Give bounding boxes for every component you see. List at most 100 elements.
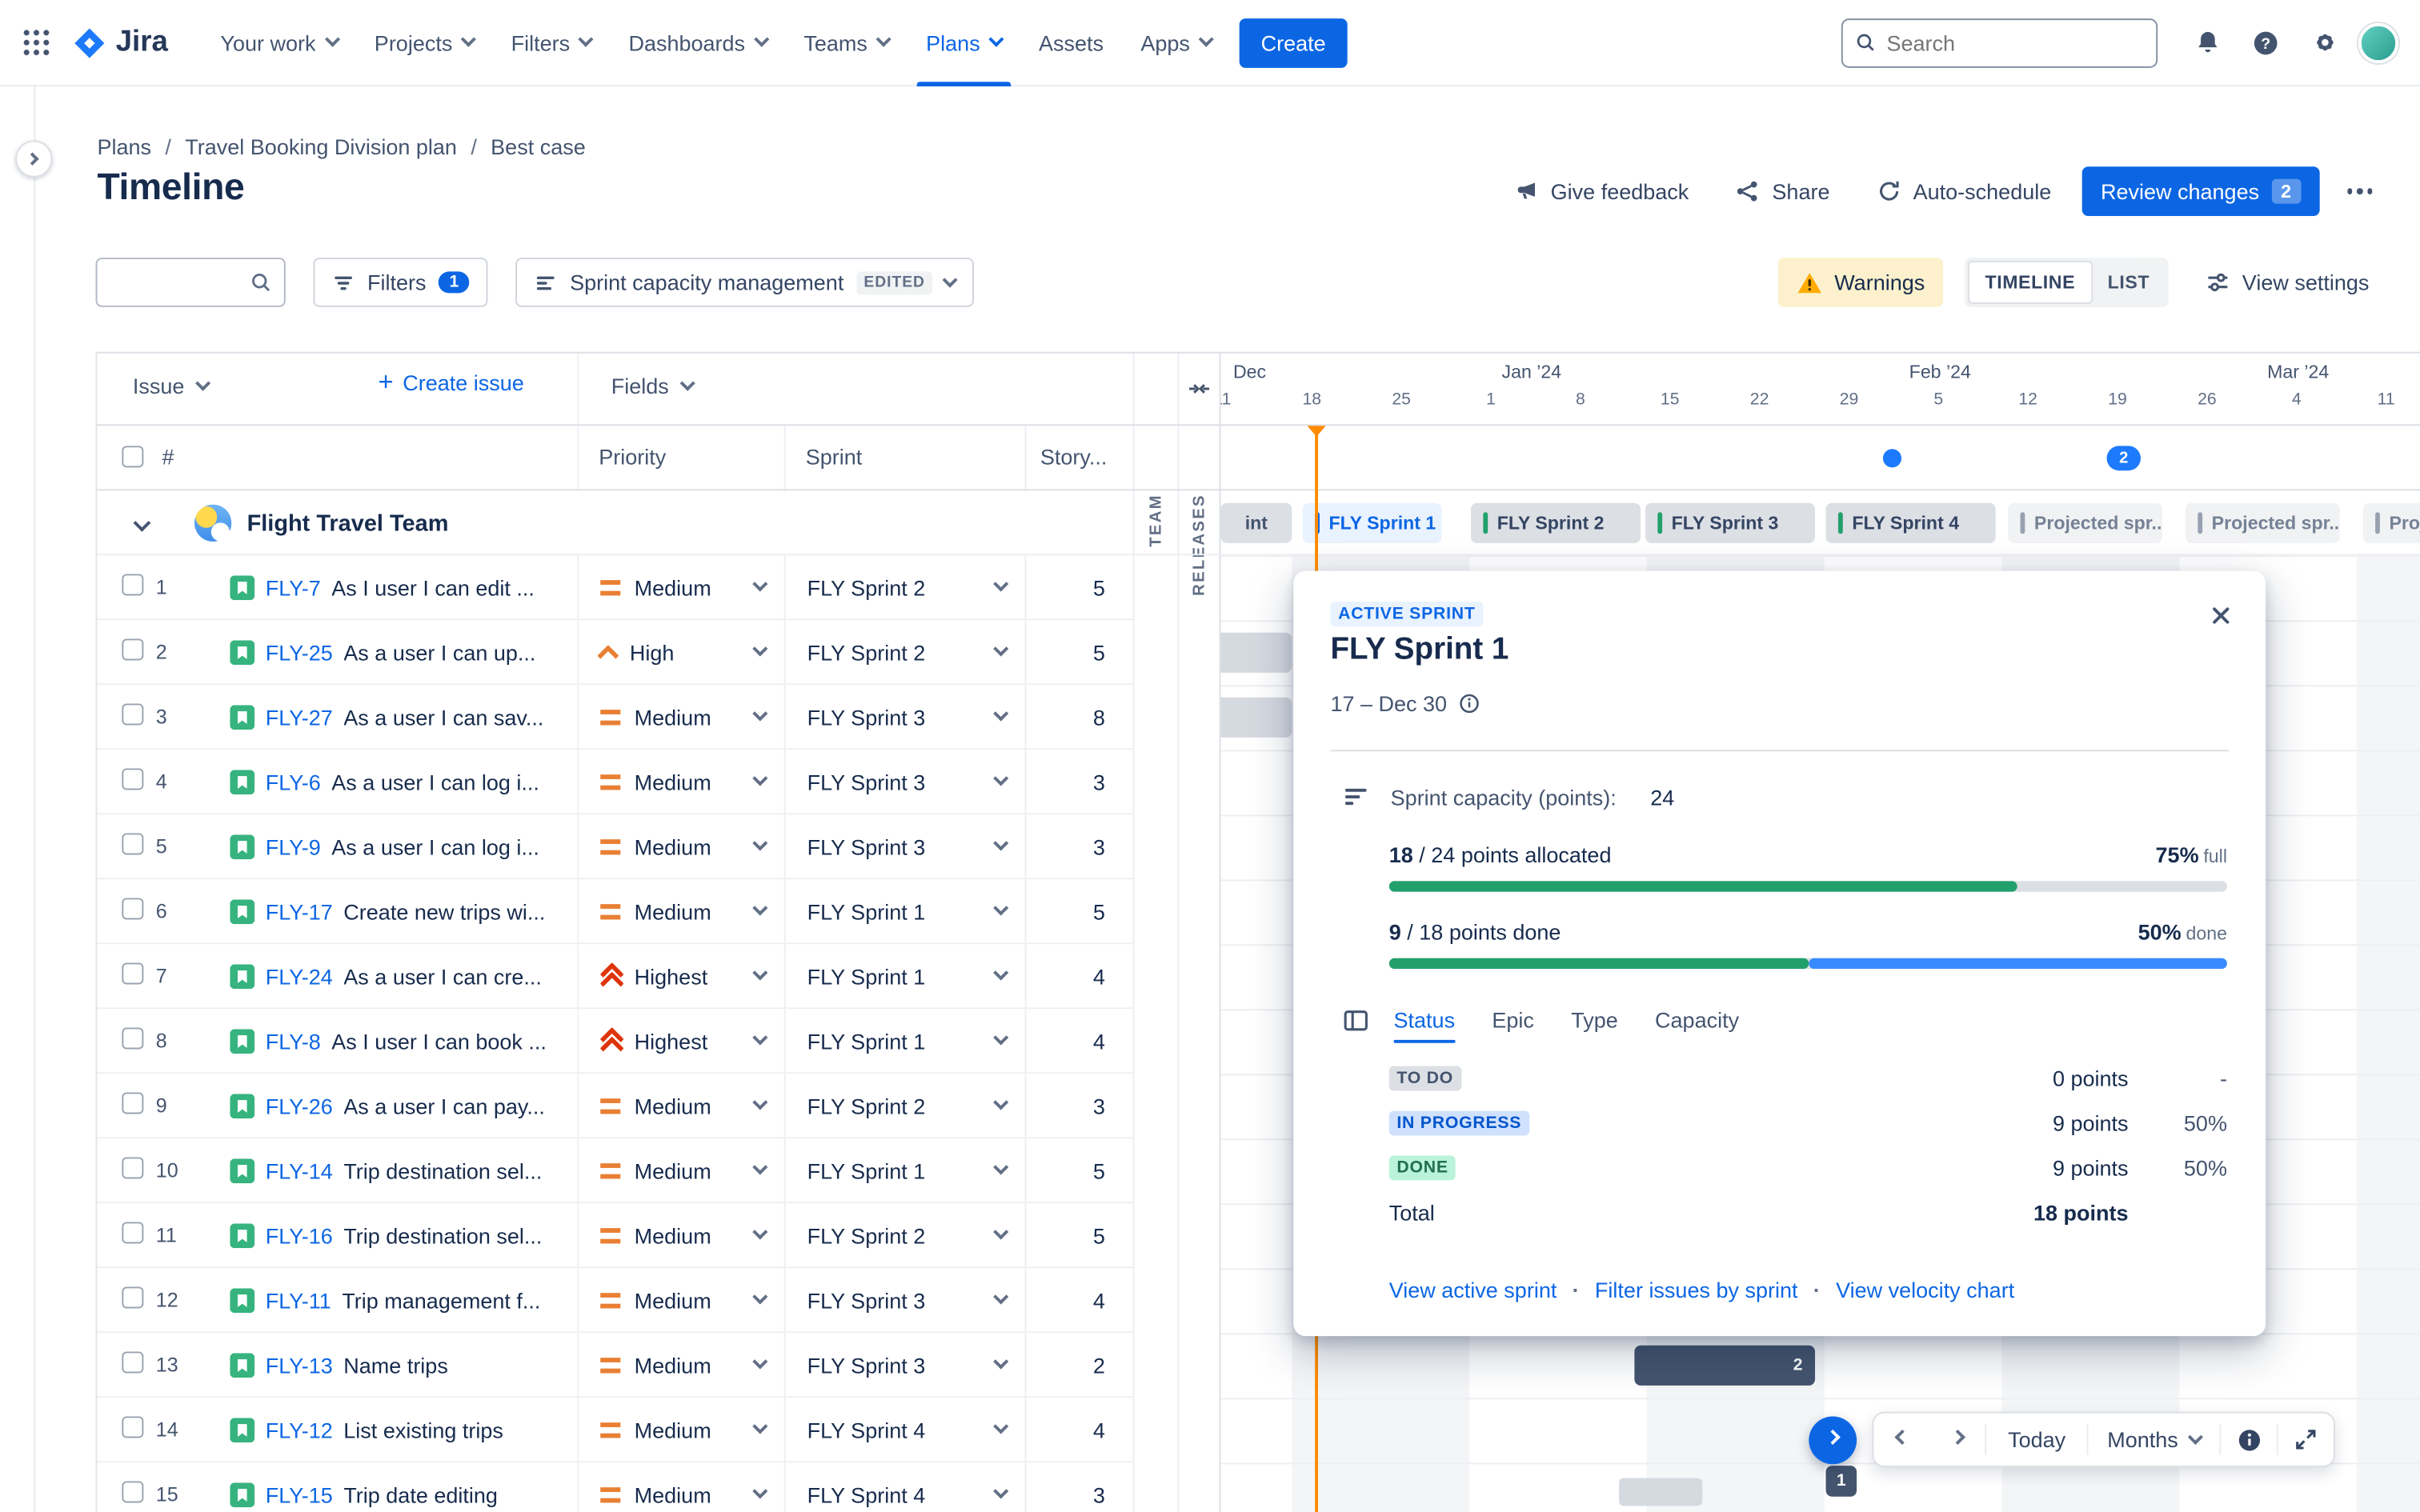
table-row[interactable]: 5 FLY-9 As a user I can log i... Medium xyxy=(97,814,1133,880)
table-row[interactable]: 11 FLY-16 Trip destination sel... Medium xyxy=(97,1203,1133,1269)
story-points-cell[interactable]: 5 xyxy=(1024,1138,1133,1202)
info-icon[interactable] xyxy=(1458,693,1480,714)
timeline-bar-chip[interactable]: 1 xyxy=(1825,1466,1857,1497)
sprint-cell[interactable]: FLY Sprint 4 xyxy=(783,1462,1025,1512)
issue-key-link[interactable]: FLY-13 xyxy=(266,1352,333,1377)
priority-cell[interactable]: Medium xyxy=(577,555,783,619)
sprint-cell[interactable]: FLY Sprint 3 xyxy=(783,814,1025,878)
row-checkbox[interactable] xyxy=(122,703,144,726)
info-button[interactable] xyxy=(2222,1414,2277,1466)
priority-cell[interactable]: Medium xyxy=(577,1333,783,1397)
sprint-bar-projected[interactable]: Proj... xyxy=(2362,502,2420,543)
table-row[interactable]: 10 FLY-14 Trip destination sel... Medium xyxy=(97,1138,1133,1204)
issue-key-link[interactable]: FLY-6 xyxy=(266,769,321,794)
auto-schedule-button[interactable]: Auto-schedule xyxy=(1861,166,2066,216)
table-row[interactable]: 2 FLY-25 As a user I can up... High FLY … xyxy=(97,620,1133,686)
issue-key-link[interactable]: FLY-17 xyxy=(266,898,333,923)
row-checkbox[interactable] xyxy=(122,1092,144,1114)
breadcrumb-link[interactable]: Travel Booking Division plan xyxy=(151,134,457,159)
sprint-cell[interactable]: FLY Sprint 2 xyxy=(783,1074,1025,1138)
popup-link[interactable]: Filter issues by sprint xyxy=(1557,1278,1798,1302)
row-checkbox[interactable] xyxy=(122,1286,144,1309)
issue-header-dropdown[interactable]: Issue xyxy=(133,374,212,398)
story-points-cell[interactable]: 3 xyxy=(1024,1074,1133,1138)
nav-item[interactable]: Filters xyxy=(492,0,610,86)
expand-timeline-button[interactable] xyxy=(1809,1415,1857,1464)
search-input[interactable] xyxy=(1886,30,2144,55)
issue-key-link[interactable]: FLY-7 xyxy=(266,574,321,599)
filters-button[interactable]: Filters 1 xyxy=(313,258,488,307)
issue-key-link[interactable]: FLY-14 xyxy=(266,1158,333,1182)
table-row[interactable]: 15 FLY-15 Trip date editing Medium FLY S… xyxy=(97,1462,1133,1512)
story-points-cell[interactable]: 3 xyxy=(1024,814,1133,878)
priority-cell[interactable]: High xyxy=(577,620,783,684)
sprint-bar[interactable]: FLY Sprint 4 xyxy=(1825,502,1996,543)
breadcrumb-link[interactable]: Best case xyxy=(457,134,586,159)
app-switcher-icon[interactable] xyxy=(22,27,51,58)
popup-link[interactable]: View active sprint xyxy=(1389,1278,1557,1302)
sprint-cell[interactable]: FLY Sprint 3 xyxy=(783,1268,1025,1332)
select-all-checkbox[interactable] xyxy=(122,446,144,468)
timeline-bar-clipped[interactable] xyxy=(1220,632,1292,673)
story-points-cell[interactable]: 5 xyxy=(1024,1203,1133,1267)
row-checkbox[interactable] xyxy=(122,1481,144,1503)
give-feedback-button[interactable]: Give feedback xyxy=(1498,166,1704,216)
warnings-button[interactable]: Warnings xyxy=(1777,258,1944,307)
fullscreen-button[interactable] xyxy=(2278,1414,2334,1466)
today-button[interactable]: Today xyxy=(1986,1414,2087,1466)
row-checkbox[interactable] xyxy=(122,1027,144,1050)
collapse-panel-icon[interactable] xyxy=(1180,370,1217,407)
sprint-bar-projected[interactable]: Projected spr... xyxy=(2008,502,2162,543)
story-points-cell[interactable]: 5 xyxy=(1024,879,1133,943)
priority-cell[interactable]: Medium xyxy=(577,1203,783,1267)
story-points-cell[interactable]: 4 xyxy=(1024,1398,1133,1462)
priority-cell[interactable]: Medium xyxy=(577,1398,783,1462)
table-row[interactable]: 7 FLY-24 As a user I can cre... Highest xyxy=(97,944,1133,1010)
notifications-icon[interactable] xyxy=(2182,18,2232,67)
table-row[interactable]: 1 FLY-7 As I user I can edit ... Medium xyxy=(97,555,1133,621)
close-icon[interactable] xyxy=(2201,595,2241,635)
issue-key-link[interactable]: FLY-9 xyxy=(266,834,321,858)
sprint-cell[interactable]: FLY Sprint 1 xyxy=(783,1138,1025,1202)
sprint-bar-projected[interactable]: Projected spr... xyxy=(2185,502,2340,543)
priority-cell[interactable]: Highest xyxy=(577,944,783,1008)
sprint-cell[interactable]: FLY Sprint 3 xyxy=(783,685,1025,749)
popup-tab[interactable]: Status xyxy=(1393,997,1455,1043)
timeline-bar[interactable] xyxy=(1619,1478,1703,1506)
row-checkbox[interactable] xyxy=(122,638,144,661)
priority-cell[interactable]: Medium xyxy=(577,1074,783,1138)
story-points-cell[interactable]: 5 xyxy=(1024,555,1133,619)
table-row[interactable]: 6 FLY-17 Create new trips wi... Medium F… xyxy=(97,879,1133,945)
sprint-cell[interactable]: FLY Sprint 2 xyxy=(783,1203,1025,1267)
priority-cell[interactable]: Medium xyxy=(577,879,783,943)
issue-key-link[interactable]: FLY-16 xyxy=(266,1222,333,1247)
issue-key-link[interactable]: FLY-24 xyxy=(266,963,333,988)
fields-dropdown[interactable]: Fields xyxy=(611,374,696,398)
scroll-right-button[interactable] xyxy=(1929,1414,1985,1466)
sprint-cell[interactable]: FLY Sprint 2 xyxy=(783,555,1025,619)
help-icon[interactable]: ? xyxy=(2241,18,2290,67)
nav-item[interactable]: Teams xyxy=(785,0,908,86)
priority-cell[interactable]: Medium xyxy=(577,814,783,878)
timeline-bar-clipped[interactable] xyxy=(1220,697,1292,738)
story-points-cell[interactable]: 4 xyxy=(1024,1268,1133,1332)
plan-search-input[interactable] xyxy=(109,270,239,295)
row-checkbox[interactable] xyxy=(122,962,144,985)
row-checkbox[interactable] xyxy=(122,1351,144,1374)
priority-cell[interactable]: Medium xyxy=(577,685,783,749)
row-checkbox[interactable] xyxy=(122,768,144,790)
story-points-cell[interactable]: 4 xyxy=(1024,1009,1133,1073)
sprint-bar-active[interactable]: FLY Sprint 1 xyxy=(1302,502,1442,543)
zoom-level-dropdown[interactable]: Months xyxy=(2089,1414,2220,1466)
row-checkbox[interactable] xyxy=(122,1222,144,1244)
table-row[interactable]: 9 FLY-26 As a user I can pay... Medium F… xyxy=(97,1074,1133,1139)
settings-gear-icon[interactable] xyxy=(2300,18,2350,67)
more-options-button[interactable] xyxy=(2334,166,2385,216)
timeline-toggle[interactable]: TIMELINE xyxy=(1968,260,2093,304)
create-button[interactable]: Create xyxy=(1239,18,1348,67)
saved-view-button[interactable]: Sprint capacity management EDITED xyxy=(515,258,975,307)
nav-item[interactable]: Your work xyxy=(202,0,355,86)
priority-cell[interactable]: Medium xyxy=(577,1462,783,1512)
table-row[interactable]: 14 FLY-12 List existing trips Medium FLY… xyxy=(97,1398,1133,1463)
sprint-bar[interactable]: int xyxy=(1220,502,1292,543)
